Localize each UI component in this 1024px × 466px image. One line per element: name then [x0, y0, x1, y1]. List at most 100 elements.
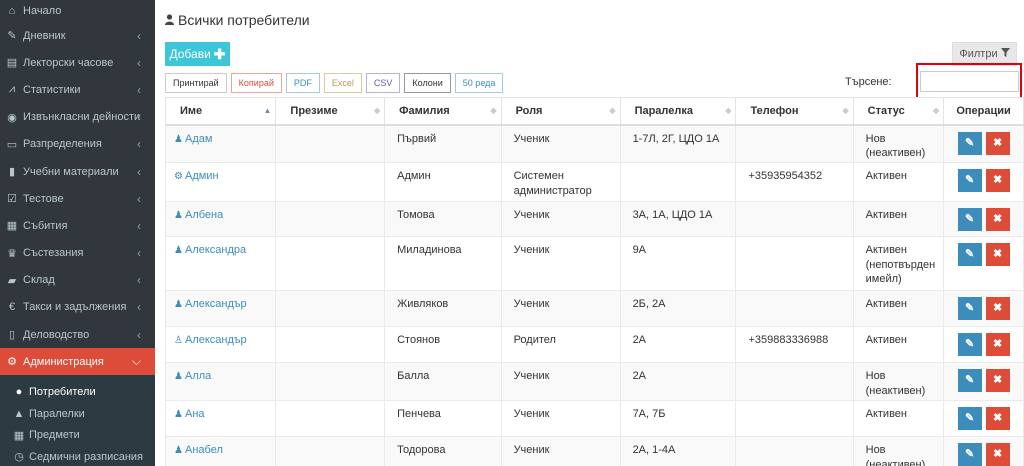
check-square-icon: ☑ — [7, 193, 17, 206]
user-name-link[interactable]: Адам — [185, 133, 212, 145]
phone-cell — [735, 236, 854, 291]
pdf-button[interactable]: PDF — [285, 73, 320, 93]
sort-icon: ◆ — [609, 106, 616, 115]
sidebar-item[interactable]: ▤ Лекторски часове ‹ — [0, 49, 155, 76]
edit-icon: ✎ — [964, 412, 975, 424]
csv-button[interactable]: CSV — [365, 73, 401, 93]
role-cell: Системен администратор — [500, 162, 621, 202]
user-name-link[interactable]: Ана — [185, 408, 205, 420]
class-cell: 2А, 1-4А — [619, 436, 737, 466]
sidebar-item[interactable]: ▰ Склад ‹ — [0, 267, 155, 294]
sidebar-subitem[interactable]: ● Потребители — [0, 381, 155, 403]
clock-icon: ◷ — [14, 451, 24, 464]
edit-button[interactable]: ✎ — [957, 131, 982, 155]
role-cell: Ученик — [500, 362, 621, 401]
table-row: ♟ Александра Миладинова Ученик 9А Активен (не… — [164, 236, 1024, 291]
sidebar-item[interactable]: ☑ Тестове ‹ — [0, 185, 155, 212]
chevron-left-icon: ‹ — [137, 82, 141, 97]
columns-button[interactable]: Колони — [404, 73, 451, 93]
table-icon: ▦ — [13, 429, 25, 442]
class-cell: 7А, 7Б — [619, 400, 737, 437]
column-header-phone[interactable]: Телефон ◆ — [735, 97, 854, 126]
child-icon: ♟ — [174, 445, 183, 456]
column-header-class[interactable]: Паралелка ◆ — [619, 97, 737, 126]
sidebar-subitem[interactable]: ◷ Седмични разписания — [0, 446, 155, 466]
delete-button[interactable]: ✖ — [985, 407, 1010, 430]
sidebar-item[interactable]: ▮ Учебни материали ‹ — [0, 158, 155, 185]
print-button[interactable]: Принтирай — [165, 73, 227, 93]
column-header-role[interactable]: Роля ◆ — [500, 97, 621, 126]
copy-button[interactable]: Копирай — [230, 73, 282, 93]
sidebar-item[interactable]: ✎ Дневник ‹ — [0, 22, 155, 49]
edit-button[interactable]: ✎ — [957, 169, 982, 192]
edit-button[interactable]: ✎ — [957, 443, 982, 466]
edit-button[interactable]: ✎ — [957, 208, 982, 231]
user-name-link[interactable]: Александър — [185, 334, 247, 346]
search-highlight-box — [916, 63, 1022, 100]
sidebar-item[interactable]: ⩘ Статистики ‹ — [0, 76, 155, 103]
user-name-link[interactable]: Админ — [185, 170, 219, 182]
chevron-left-icon: ‹ — [137, 246, 141, 261]
chevron-left-icon: ‹ — [137, 164, 141, 179]
edit-icon: ✎ — [964, 248, 975, 260]
column-header-name[interactable]: Име ▲ — [164, 97, 277, 126]
close-icon: ✖ — [992, 374, 1003, 386]
chevron-left-icon: ‹ — [137, 327, 141, 342]
book-icon: ▮ — [8, 166, 16, 179]
column-header-label: Статус — [867, 104, 905, 117]
sidebar-item[interactable]: ⌂ Начало — [0, 0, 155, 22]
edit-button[interactable]: ✎ — [957, 407, 982, 430]
delete-button[interactable]: ✖ — [985, 443, 1010, 466]
last-name-cell: Стоянов — [384, 326, 502, 363]
delete-button[interactable]: ✖ — [985, 369, 1010, 392]
table-row: ♟ Адам Първий Ученик 1-7Л, 2Г, ЦДО 1А Нов (не… — [164, 124, 1024, 163]
sidebar-subitem-label: Предмети — [29, 429, 80, 442]
edit-icon: ✎ — [964, 374, 975, 386]
chevron-left-icon: ‹ — [137, 28, 141, 43]
calendar-icon: ▦ — [6, 220, 18, 233]
sidebar-subitem[interactable]: ▲ Паралелки — [0, 403, 155, 425]
delete-button[interactable]: ✖ — [985, 243, 1010, 266]
user-name-link[interactable]: Александър — [185, 298, 247, 310]
delete-button[interactable]: ✖ — [985, 333, 1010, 356]
sidebar-item[interactable]: ▦ Събития ‹ — [0, 212, 155, 239]
edit-button[interactable]: ✎ — [957, 243, 982, 266]
page-length-button[interactable]: 50 реда — [454, 73, 504, 93]
sidebar-item-label: Извънкласни дейности — [23, 111, 141, 124]
last-name-cell: Миладинова — [384, 236, 502, 291]
delete-button[interactable]: ✖ — [985, 131, 1010, 155]
sidebar-subitem[interactable]: ▦ Предмети — [0, 424, 155, 446]
column-header-last-name[interactable]: Фамилия ◆ — [384, 97, 502, 126]
sidebar-item[interactable]: ▭ Разпределения ‹ — [0, 131, 155, 158]
delete-button[interactable]: ✖ — [985, 208, 1010, 231]
edit-button[interactable]: ✎ — [957, 369, 982, 392]
filters-button-label: Филтри — [959, 48, 998, 60]
user-name-link[interactable]: Алла — [185, 370, 211, 382]
column-header-label: Операции — [956, 104, 1011, 117]
user-name-link[interactable]: Александра — [185, 244, 246, 256]
add-user-button[interactable]: Добави ✚ — [165, 42, 230, 66]
delete-button[interactable]: ✖ — [985, 297, 1010, 320]
user-name-link[interactable]: Албена — [185, 209, 223, 221]
sidebar-item[interactable]: ⚙ Администрация ⌵ — [0, 348, 155, 376]
edit-icon: ✎ — [964, 302, 975, 314]
table-row: ♟ Албена Томова Ученик 3А, 1А, ЦДО 1А Активен… — [164, 201, 1024, 237]
delete-button[interactable]: ✖ — [985, 169, 1010, 192]
sidebar-item[interactable]: ▯ Деловодство ‹ — [0, 321, 155, 348]
last-name-cell: Админ — [384, 162, 502, 202]
excel-button[interactable]: Excel — [323, 73, 362, 93]
table-row: ♙ Александър Стоянов Родител 2А +359883336988… — [164, 326, 1024, 363]
soccer-ball-icon: ◉ — [7, 111, 17, 124]
user-name-link[interactable]: Анабел — [185, 444, 223, 456]
edit-button[interactable]: ✎ — [957, 297, 982, 320]
trophy-icon: ♛ — [7, 247, 17, 260]
sidebar-subitem-label: Паралелки — [29, 407, 85, 420]
column-header-middle-name[interactable]: Презиме ◆ — [275, 97, 386, 126]
column-header-status[interactable]: Статус ◆ — [852, 97, 945, 126]
sidebar-item[interactable]: € Такси и задължения ‹ — [0, 294, 155, 321]
sidebar-item[interactable]: ◉ Извънкласни дейности ‹ — [0, 104, 155, 131]
edit-button[interactable]: ✎ — [957, 333, 982, 356]
sidebar-item[interactable]: ♛ Състезания ‹ — [0, 240, 155, 267]
status-cell: Активен — [852, 290, 945, 327]
middle-name-cell — [275, 290, 386, 327]
